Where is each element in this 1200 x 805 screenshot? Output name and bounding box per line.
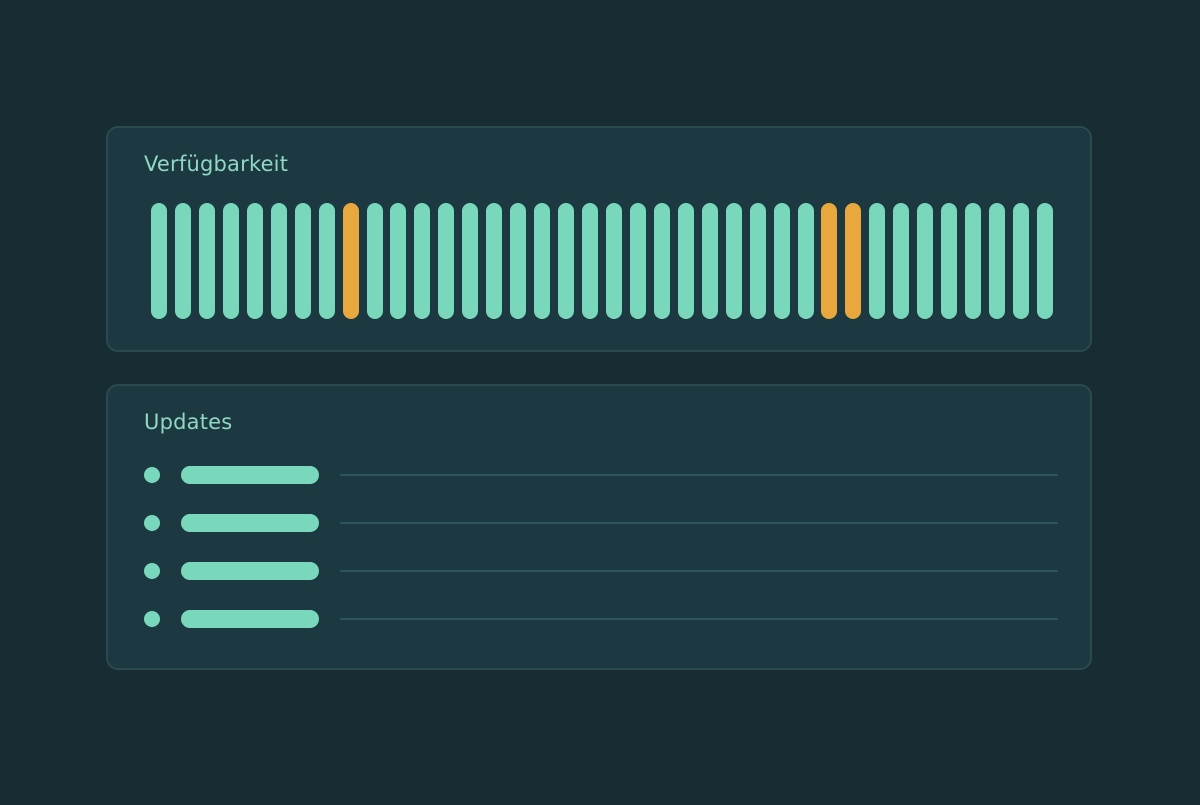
availability-bar-32[interactable] [893,203,910,319]
availability-bar-13[interactable] [438,203,455,319]
update-detail-placeholder [340,570,1058,572]
update-title-placeholder [181,610,319,628]
update-title-placeholder [181,514,319,532]
availability-bar-22[interactable] [653,203,670,319]
availability-bar-21[interactable] [629,203,646,319]
update-item[interactable] [144,562,1060,580]
availability-bar-31[interactable] [869,203,886,319]
availability-bar-2[interactable] [174,203,191,319]
availability-bar-35[interactable] [965,203,982,319]
availability-bar-26[interactable] [749,203,766,319]
availability-bar-3[interactable] [198,203,215,319]
availability-bars [151,203,1053,319]
availability-bar-8[interactable] [318,203,335,319]
update-status-dot-icon [144,611,160,627]
availability-bar-34[interactable] [941,203,958,319]
availability-card: Verfügbarkeit [106,126,1092,352]
availability-bar-25[interactable] [725,203,742,319]
update-detail-placeholder [340,474,1058,476]
availability-bar-16[interactable] [510,203,527,319]
availability-bar-12[interactable] [414,203,431,319]
availability-bar-37[interactable] [1013,203,1030,319]
availability-bar-14[interactable] [462,203,479,319]
availability-bar-6[interactable] [270,203,287,319]
updates-title: Updates [144,410,233,434]
update-title-placeholder [181,562,319,580]
update-status-dot-icon [144,467,160,483]
availability-bar-15[interactable] [486,203,503,319]
availability-bar-17[interactable] [534,203,551,319]
availability-bar-23[interactable] [677,203,694,319]
update-status-dot-icon [144,515,160,531]
availability-title: Verfügbarkeit [144,152,289,176]
availability-bar-27[interactable] [773,203,790,319]
availability-bar-20[interactable] [605,203,622,319]
updates-card: Updates [106,384,1092,670]
availability-bar-11[interactable] [390,203,407,319]
availability-bar-36[interactable] [989,203,1006,319]
availability-bar-19[interactable] [582,203,599,319]
update-item[interactable] [144,610,1060,628]
availability-bar-28[interactable] [797,203,814,319]
update-detail-placeholder [340,522,1058,524]
availability-bar-7[interactable] [294,203,311,319]
availability-bar-5[interactable] [246,203,263,319]
update-title-placeholder [181,466,319,484]
update-status-dot-icon [144,563,160,579]
availability-bar-38[interactable] [1037,203,1053,319]
update-item[interactable] [144,514,1060,532]
availability-bar-10[interactable] [366,203,383,319]
availability-bar-30-degraded[interactable] [845,203,862,319]
availability-bar-24[interactable] [701,203,718,319]
availability-bar-18[interactable] [558,203,575,319]
availability-bar-29-degraded[interactable] [821,203,838,319]
availability-bar-1[interactable] [151,203,167,319]
update-detail-placeholder [340,618,1058,620]
availability-bar-9-degraded[interactable] [342,203,359,319]
update-item[interactable] [144,466,1060,484]
availability-bar-4[interactable] [222,203,239,319]
availability-bar-33[interactable] [917,203,934,319]
